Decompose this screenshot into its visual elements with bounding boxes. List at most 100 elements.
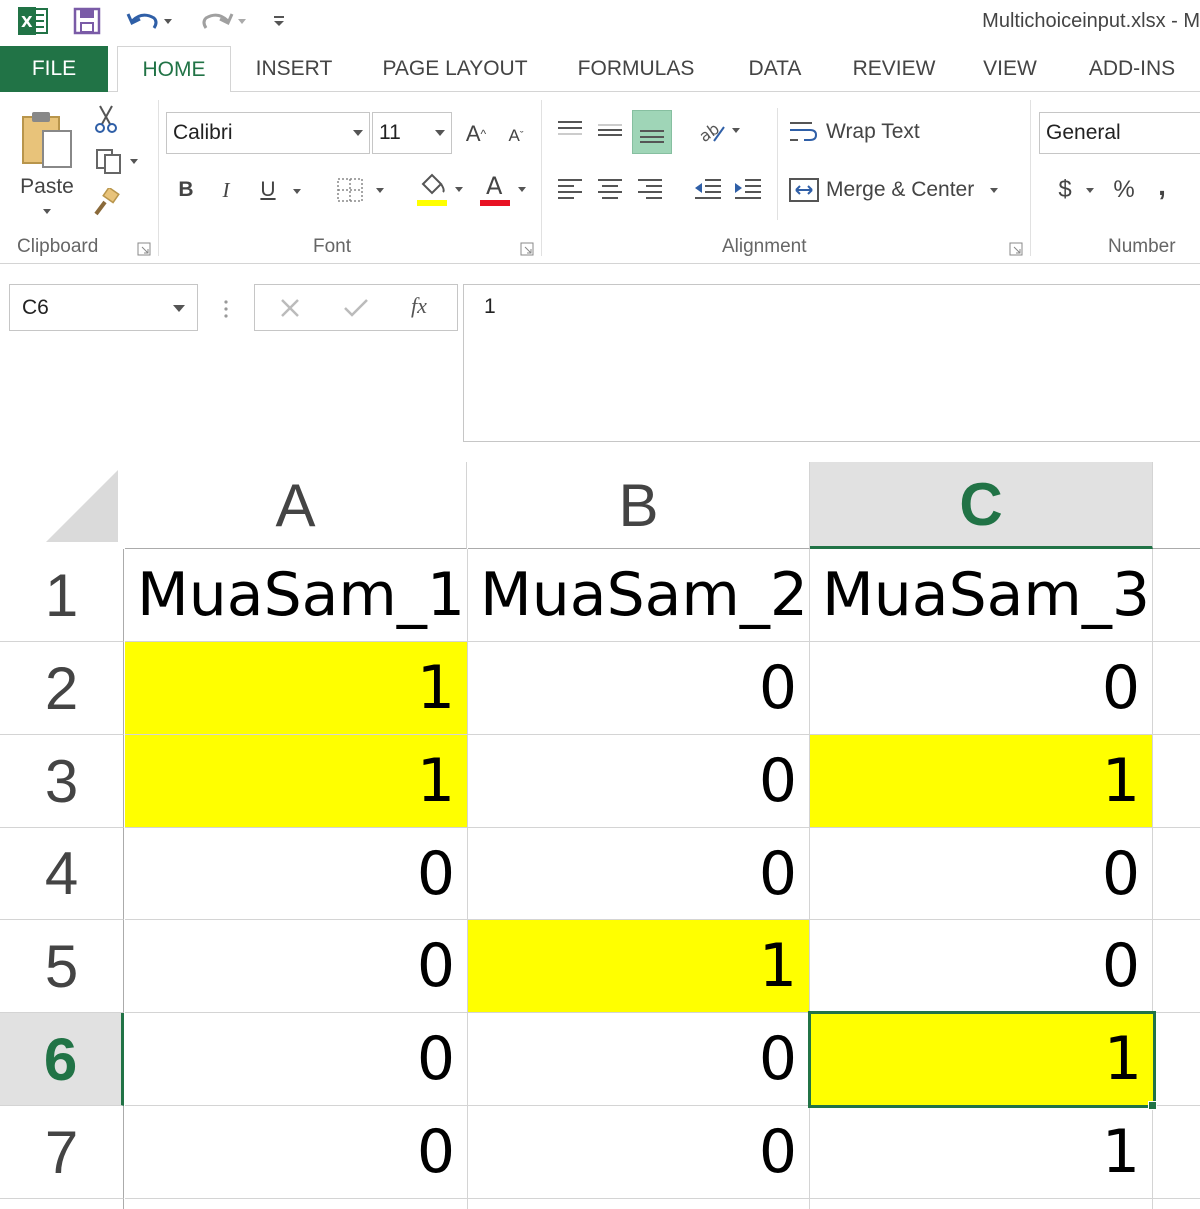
cell-b8[interactable] (468, 1199, 810, 1209)
tab-review[interactable]: REVIEW (844, 46, 944, 92)
underline-dropdown-icon[interactable] (293, 189, 301, 194)
fill-color-dropdown-icon[interactable] (455, 186, 463, 192)
row-header-1[interactable]: 1 (0, 549, 124, 642)
column-header-b[interactable]: B (468, 462, 810, 549)
increase-font-size-icon[interactable]: A ^ (458, 114, 494, 154)
cell-d7[interactable] (1153, 1106, 1200, 1199)
italic-button[interactable]: I (210, 170, 242, 210)
row-header-8[interactable] (0, 1199, 124, 1209)
wrap-text-button[interactable]: Wrap Text (788, 112, 938, 152)
cell-b5[interactable]: 1 (468, 920, 810, 1013)
comma-style-button[interactable]: , (1148, 166, 1176, 206)
align-middle-icon[interactable] (592, 110, 628, 150)
font-launcher-icon[interactable] (520, 242, 534, 256)
increase-indent-icon[interactable] (730, 168, 766, 208)
cell-c4[interactable]: 0 (810, 828, 1153, 920)
save-icon[interactable] (70, 4, 104, 38)
font-size-dropdown-icon[interactable] (435, 130, 445, 136)
row-header-3[interactable]: 3 (0, 735, 124, 828)
cell-c2[interactable]: 0 (810, 642, 1153, 735)
tab-formulas[interactable]: FORMULAS (566, 46, 706, 92)
tab-view[interactable]: VIEW (972, 46, 1048, 92)
cell-b3[interactable]: 0 (468, 735, 810, 828)
paste-dropdown-icon[interactable] (43, 208, 51, 214)
cell-c7[interactable]: 1 (810, 1106, 1153, 1199)
name-box-dropdown-icon[interactable] (173, 305, 185, 312)
decrease-font-size-icon[interactable]: Aˇ (498, 118, 534, 154)
font-color-button[interactable]: A (474, 168, 530, 210)
column-header-c[interactable]: C (810, 462, 1153, 549)
paste-button[interactable]: Paste (14, 102, 80, 220)
alignment-launcher-icon[interactable] (1009, 242, 1023, 256)
cut-icon[interactable] (88, 102, 124, 136)
font-name-combo[interactable]: Calibri (166, 112, 370, 154)
borders-dropdown-icon[interactable] (376, 187, 384, 193)
clipboard-launcher-icon[interactable] (137, 242, 151, 256)
confirm-entry-icon[interactable] (343, 297, 369, 319)
tab-data[interactable]: DATA (734, 46, 816, 92)
cell-a4[interactable]: 0 (125, 828, 468, 920)
cell-d6[interactable] (1155, 1013, 1200, 1106)
cell-d4[interactable] (1153, 828, 1200, 920)
cell-a7[interactable]: 0 (125, 1106, 468, 1199)
format-painter-icon[interactable] (88, 186, 124, 220)
tab-file[interactable]: FILE (0, 46, 108, 92)
tab-home[interactable]: HOME (117, 46, 231, 93)
insert-function-button[interactable]: fx (411, 293, 427, 319)
align-bottom-icon[interactable] (632, 110, 672, 154)
cell-c6[interactable]: 1 (808, 1011, 1156, 1108)
cell-b2[interactable]: 0 (468, 642, 810, 735)
number-format-combo[interactable]: General (1039, 112, 1200, 154)
name-box[interactable]: C6 (9, 284, 198, 331)
tab-add-ins[interactable]: ADD-INS (1076, 46, 1188, 92)
copy-button[interactable] (88, 144, 144, 178)
font-size-combo[interactable]: 11 (372, 112, 452, 154)
column-header-d[interactable] (1153, 462, 1200, 549)
tab-insert[interactable]: INSERT (246, 46, 342, 92)
align-right-icon[interactable] (632, 168, 668, 208)
cell-b7[interactable]: 0 (468, 1106, 810, 1199)
cell-a8[interactable] (125, 1199, 468, 1209)
borders-button[interactable] (330, 170, 390, 210)
fill-color-button[interactable] (410, 168, 468, 210)
align-center-icon[interactable] (592, 168, 628, 208)
cell-d3[interactable] (1153, 735, 1200, 828)
customize-qat-icon[interactable] (266, 4, 292, 38)
merge-center-button[interactable]: Merge & Center (788, 170, 1020, 210)
tab-page-layout[interactable]: PAGE LAYOUT (370, 46, 540, 92)
formula-bar-grip-icon[interactable] (222, 298, 230, 320)
cell-c5[interactable]: 0 (810, 920, 1153, 1013)
select-all-button[interactable] (0, 462, 124, 549)
row-header-2[interactable]: 2 (0, 642, 124, 735)
cell-a2[interactable]: 1 (125, 642, 468, 735)
underline-button[interactable]: U (250, 170, 286, 210)
column-header-a[interactable]: A (125, 462, 467, 549)
cell-d2[interactable] (1153, 642, 1200, 735)
row-header-5[interactable]: 5 (0, 920, 124, 1013)
row-header-6[interactable]: 6 (0, 1013, 124, 1106)
cell-c3[interactable]: 1 (810, 735, 1153, 828)
align-left-icon[interactable] (552, 168, 588, 208)
formula-input[interactable]: 1 (463, 284, 1200, 442)
accounting-dropdown-icon[interactable] (1085, 187, 1094, 193)
copy-dropdown-icon[interactable] (130, 158, 138, 164)
excel-logo-icon[interactable]: X (14, 4, 52, 38)
accounting-format-button[interactable]: $ (1046, 170, 1106, 210)
cell-a3[interactable]: 1 (125, 735, 468, 828)
redo-icon[interactable] (196, 4, 252, 38)
bold-button[interactable]: B (170, 170, 202, 210)
cell-b6[interactable]: 0 (468, 1013, 810, 1106)
font-name-dropdown-icon[interactable] (353, 130, 363, 136)
cell-c8[interactable] (810, 1199, 1153, 1209)
cell-a1[interactable]: MuaSam_1 (125, 549, 468, 642)
row-header-7[interactable]: 7 (0, 1106, 124, 1199)
merge-center-dropdown-icon[interactable] (990, 187, 999, 193)
fill-handle[interactable] (1148, 1101, 1157, 1110)
cell-c1[interactable]: MuaSam_3 (810, 549, 1153, 642)
font-color-dropdown-icon[interactable] (518, 186, 526, 192)
orientation-button[interactable]: ab (690, 110, 746, 150)
cell-b1[interactable]: MuaSam_2 (468, 549, 810, 642)
percent-style-button[interactable]: % (1106, 170, 1142, 210)
orientation-dropdown-icon[interactable] (732, 127, 740, 133)
cell-a5[interactable]: 0 (125, 920, 468, 1013)
